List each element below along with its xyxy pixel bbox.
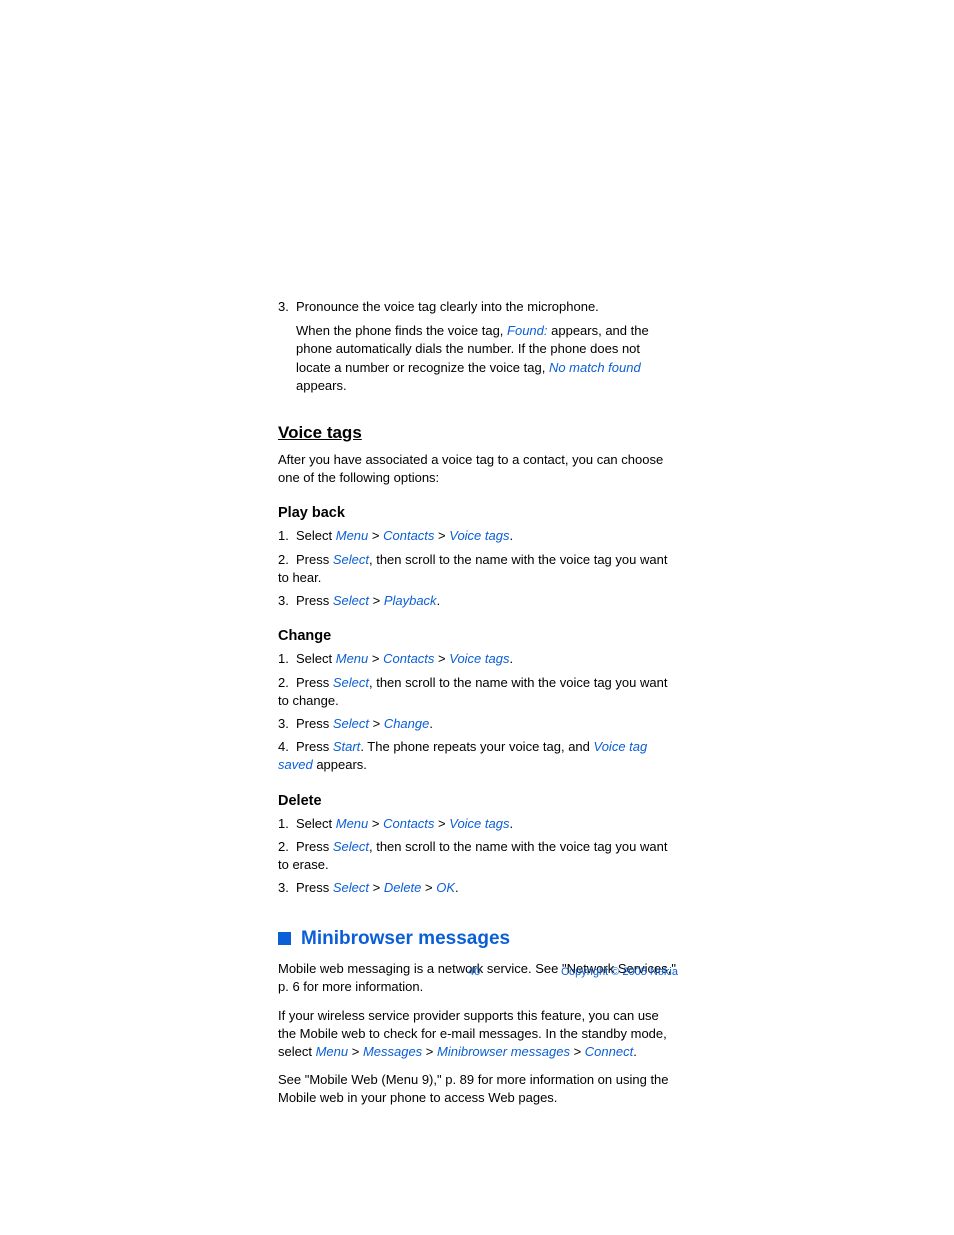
- body-text: See "Mobile Web (Menu 9)," p. 89 for mor…: [278, 1071, 678, 1107]
- square-bullet-icon: [278, 932, 291, 945]
- page-number: 40: [468, 966, 480, 978]
- ui-term: Menu: [336, 528, 369, 543]
- ui-term: Select: [333, 716, 369, 731]
- body-text: After you have associated a voice tag to…: [278, 451, 678, 487]
- heading-change: Change: [278, 626, 678, 646]
- list-item: 3.Press Select > Playback.: [278, 592, 678, 610]
- ui-term: Start: [333, 739, 360, 754]
- body-text: When the phone finds the voice tag, Foun…: [278, 322, 678, 395]
- ui-term: Voice tags: [449, 528, 509, 543]
- list-item: 3.Press Select > Change.: [278, 715, 678, 733]
- ui-term: Messages: [363, 1044, 422, 1059]
- ui-term: Select: [333, 839, 369, 854]
- list-item: 3.Pronounce the voice tag clearly into t…: [278, 298, 678, 395]
- ui-term: Select: [333, 593, 369, 608]
- heading-delete: Delete: [278, 791, 678, 811]
- ui-term: Select: [333, 880, 369, 895]
- list-item: 2.Press Select, then scroll to the name …: [278, 674, 678, 710]
- ui-term: Menu: [336, 816, 369, 831]
- list-item: 1.Select Menu > Contacts > Voice tags.: [278, 650, 678, 668]
- section-heading: Minibrowser messages: [278, 926, 678, 953]
- ui-term: Select: [333, 675, 369, 690]
- body-text: Pronounce the voice tag clearly into the…: [296, 299, 599, 314]
- ui-term: Playback: [384, 593, 437, 608]
- page-content: 3.Pronounce the voice tag clearly into t…: [278, 298, 678, 1118]
- list-item: 2.Press Select, then scroll to the name …: [278, 551, 678, 587]
- body-text: If your wireless service provider suppor…: [278, 1007, 678, 1062]
- list-item: 4.Press Start. The phone repeats your vo…: [278, 738, 678, 774]
- ui-term: Contacts: [383, 816, 434, 831]
- ui-term: Contacts: [383, 528, 434, 543]
- ui-term: No match found: [549, 360, 641, 375]
- heading-minibrowser: Minibrowser messages: [301, 926, 510, 953]
- ui-term: Connect: [585, 1044, 633, 1059]
- ui-term: Voice tags: [449, 651, 509, 666]
- list-num: 3.: [278, 298, 296, 316]
- list-item: 2.Press Select, then scroll to the name …: [278, 838, 678, 874]
- ui-term: Minibrowser messages: [437, 1044, 570, 1059]
- list-item: 1.Select Menu > Contacts > Voice tags.: [278, 527, 678, 545]
- ui-term: Menu: [316, 1044, 349, 1059]
- list-item: 3.Press Select > Delete > OK.: [278, 879, 678, 897]
- ui-term: Menu: [336, 651, 369, 666]
- ui-term: Contacts: [383, 651, 434, 666]
- ui-term: Change: [384, 716, 430, 731]
- heading-play-back: Play back: [278, 503, 678, 523]
- copyright: Copyright © 2005 Nokia: [561, 966, 678, 978]
- ui-term: Voice tags: [449, 816, 509, 831]
- ui-term: Select: [333, 552, 369, 567]
- heading-voice-tags: Voice tags: [278, 421, 678, 445]
- list-item: 1.Select Menu > Contacts > Voice tags.: [278, 815, 678, 833]
- ui-term: Delete: [384, 880, 422, 895]
- ui-term: Found:: [507, 323, 547, 338]
- ui-term: OK: [436, 880, 455, 895]
